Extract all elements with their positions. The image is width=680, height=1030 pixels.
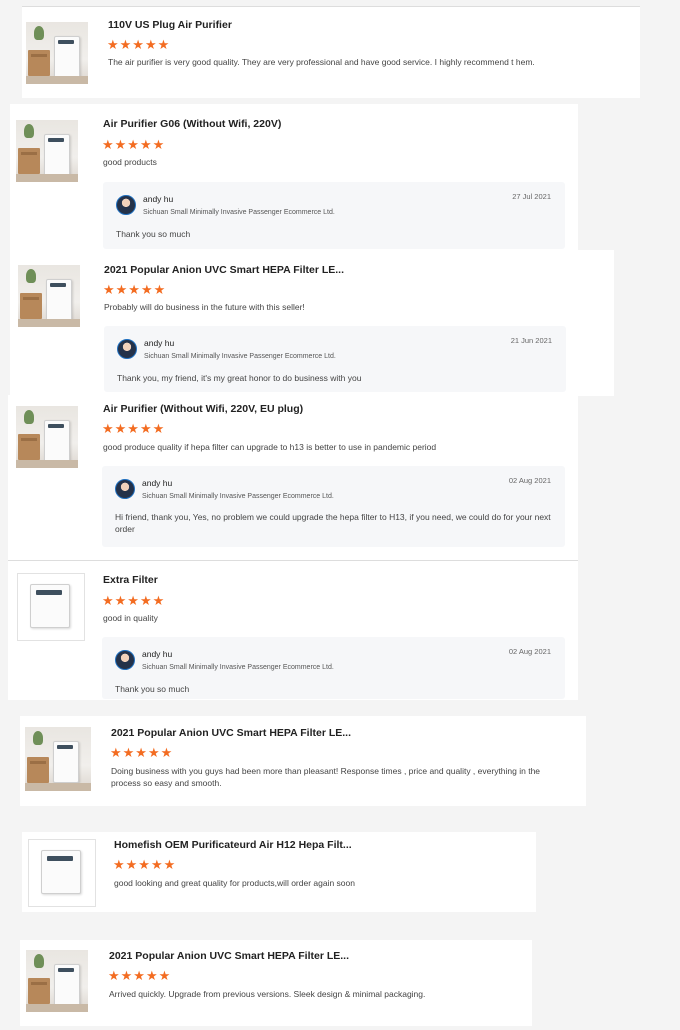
review-card: 110V US Plug Air Purifier ★★★★★ The air … <box>22 6 640 98</box>
product-thumbnail[interactable] <box>25 727 91 791</box>
seller-name: andy hu <box>144 338 175 348</box>
review-card: 2021 Popular Anion UVC Smart HEPA Filter… <box>20 716 586 806</box>
reply-text: Thank you so much <box>116 229 191 239</box>
product-title[interactable]: Extra Filter <box>103 574 158 586</box>
seller-reply: andy hu Sichuan Small Minimally Invasive… <box>104 326 566 392</box>
reply-date: 27 Jul 2021 <box>512 192 551 201</box>
review-text: Doing business with you guys had been mo… <box>111 766 541 788</box>
product-title[interactable]: 2021 Popular Anion UVC Smart HEPA Filter… <box>111 727 351 739</box>
product-thumbnail[interactable] <box>28 839 96 907</box>
seller-company: Sichuan Small Minimally Invasive Passeng… <box>142 493 334 500</box>
review-card: Air Purifier (Without Wifi, 220V, EU plu… <box>8 395 578 561</box>
seller-name: andy hu <box>142 649 173 659</box>
product-title[interactable]: Air Purifier G06 (Without Wifi, 220V) <box>103 118 281 130</box>
product-thumbnail[interactable] <box>16 406 78 468</box>
divider <box>8 560 578 561</box>
seller-name: andy hu <box>143 194 174 204</box>
reply-date: 02 Aug 2021 <box>508 476 551 485</box>
product-title[interactable]: 2021 Popular Anion UVC Smart HEPA Filter… <box>109 950 349 962</box>
reply-date: 02 Aug 2021 <box>508 647 551 656</box>
seller-avatar <box>115 479 135 499</box>
seller-avatar <box>117 339 137 359</box>
seller-company: Sichuan Small Minimally Invasive Passeng… <box>143 209 335 216</box>
review-text: Arrived quickly. Upgrade from previous v… <box>109 989 426 999</box>
reply-text: Hi friend, thank you, Yes, no problem we… <box>115 512 551 534</box>
star-rating: ★★★★★ <box>113 857 177 872</box>
divider <box>22 6 640 7</box>
review-text: good produce quality if hepa filter can … <box>103 442 437 452</box>
product-title[interactable]: 2021 Popular Anion UVC Smart HEPA Filter… <box>104 264 344 276</box>
reply-text: Thank you, my friend, it's my great hono… <box>117 373 362 383</box>
review-text: good in quality <box>103 613 158 623</box>
review-text: good products <box>103 157 157 167</box>
seller-reply: andy hu Sichuan Small Minimally Invasive… <box>102 466 565 547</box>
seller-avatar <box>115 650 135 670</box>
star-rating: ★★★★★ <box>102 593 166 608</box>
review-text: good looking and great quality for produ… <box>114 878 355 888</box>
star-rating: ★★★★★ <box>102 421 166 436</box>
star-rating: ★★★★★ <box>108 968 172 983</box>
star-rating: ★★★★★ <box>103 282 167 297</box>
star-rating: ★★★★★ <box>102 137 166 152</box>
product-title[interactable]: Air Purifier (Without Wifi, 220V, EU plu… <box>103 403 303 415</box>
seller-name: andy hu <box>142 478 173 488</box>
review-text: The air purifier is very good quality. T… <box>108 57 535 67</box>
review-text: Probably will do business in the future … <box>104 302 305 312</box>
review-card: Homefish OEM Purificateurd Air H12 Hepa … <box>22 832 536 912</box>
review-card: 2021 Popular Anion UVC Smart HEPA Filter… <box>20 940 532 1026</box>
review-card: Air Purifier G06 (Without Wifi, 220V) ★★… <box>10 104 578 254</box>
product-title[interactable]: Homefish OEM Purificateurd Air H12 Hepa … <box>114 839 352 851</box>
star-rating: ★★★★★ <box>107 37 171 52</box>
product-thumbnail[interactable] <box>17 573 85 641</box>
product-thumbnail[interactable] <box>26 950 88 1012</box>
product-title[interactable]: 110V US Plug Air Purifier <box>108 19 232 31</box>
product-thumbnail[interactable] <box>18 265 80 327</box>
review-card: 2021 Popular Anion UVC Smart HEPA Filter… <box>10 250 614 396</box>
product-thumbnail[interactable] <box>16 120 78 182</box>
reply-text: Thank you so much <box>115 684 190 694</box>
product-thumbnail[interactable] <box>26 22 88 84</box>
seller-avatar <box>116 195 136 215</box>
star-rating: ★★★★★ <box>110 745 174 760</box>
review-card: Extra Filter ★★★★★ good in quality andy … <box>8 560 578 700</box>
seller-company: Sichuan Small Minimally Invasive Passeng… <box>142 664 334 671</box>
seller-company: Sichuan Small Minimally Invasive Passeng… <box>144 353 336 360</box>
seller-reply: andy hu Sichuan Small Minimally Invasive… <box>102 637 565 699</box>
seller-reply: andy hu Sichuan Small Minimally Invasive… <box>103 182 565 249</box>
reply-date: 21 Jun 2021 <box>510 336 552 345</box>
